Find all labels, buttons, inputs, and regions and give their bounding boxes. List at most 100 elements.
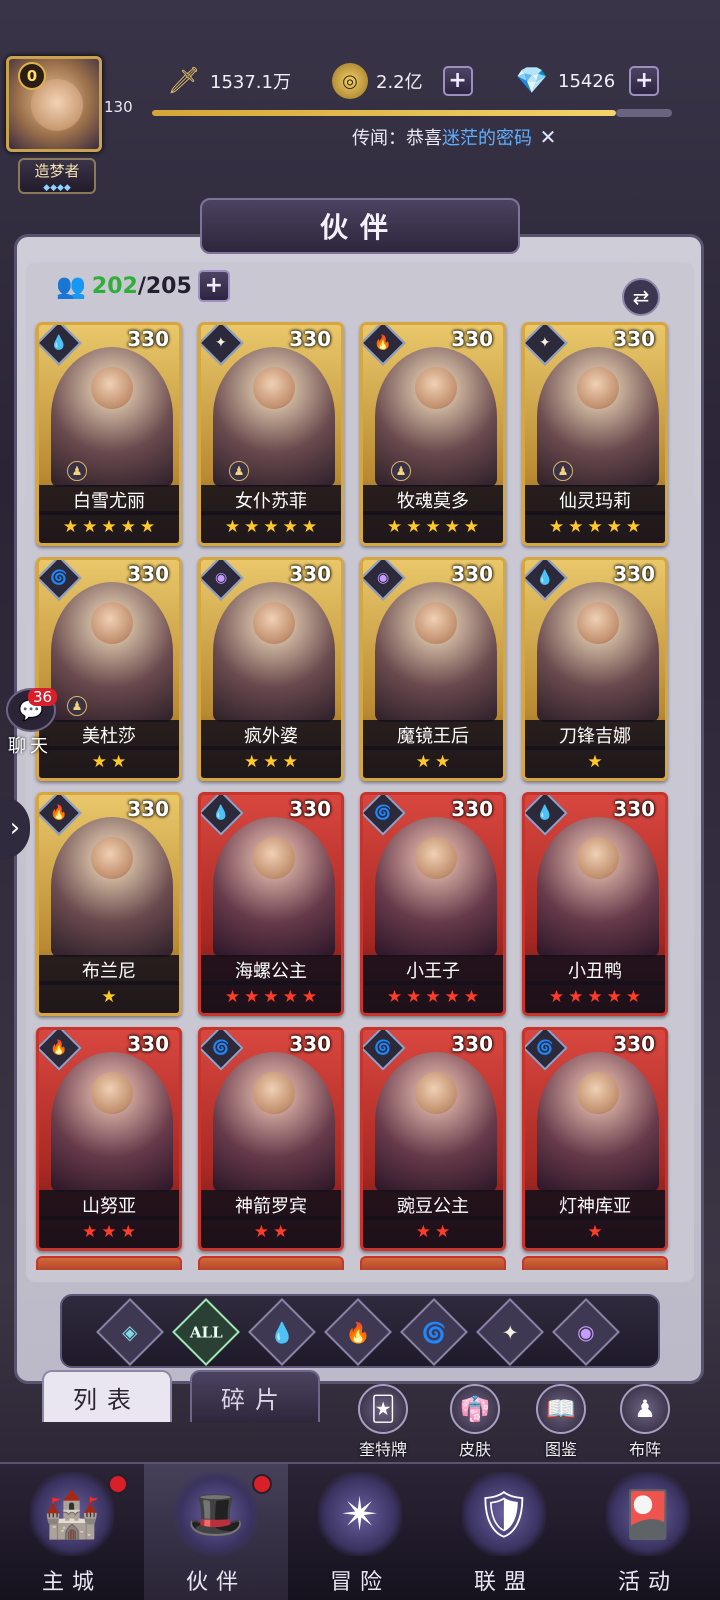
element-badge: 🌀 bbox=[39, 560, 82, 601]
add-diamond-button[interactable]: + bbox=[629, 66, 660, 96]
quick-codex-button[interactable]: 📖 图鉴 bbox=[522, 1384, 600, 1460]
star-icon: ★ bbox=[587, 517, 603, 537]
star-icon: ★ bbox=[406, 517, 422, 537]
element-badge: 💧 bbox=[201, 795, 244, 836]
star-rating: ★ ★ ★ bbox=[39, 1216, 179, 1248]
chat-count-badge: 36 bbox=[28, 688, 58, 706]
star-icon: ★ bbox=[568, 987, 584, 1007]
star-rating: ★ ★ ★ ★ ★ bbox=[363, 511, 503, 543]
star-icon: ★ bbox=[415, 752, 431, 772]
wind-swirl-icon: 🌀 bbox=[374, 805, 392, 821]
filter-fire[interactable]: 🔥 bbox=[324, 1298, 392, 1366]
pawn-icon: ♟ bbox=[67, 696, 87, 716]
filter-all[interactable]: ALL bbox=[172, 1298, 240, 1366]
nav-adventure[interactable]: ✴ 冒险 bbox=[288, 1464, 432, 1600]
tab-list[interactable]: 列表 bbox=[42, 1370, 172, 1422]
page-title-banner: 伙伴 bbox=[200, 198, 520, 254]
partner-card[interactable]: 💧 330 海螺公主 ★ ★ ★ ★ ★ bbox=[198, 792, 344, 1016]
partner-name: 疯外婆 bbox=[244, 726, 298, 747]
portrait-head bbox=[91, 837, 133, 879]
diamond-value: 15426 bbox=[558, 70, 616, 92]
news-ticker[interactable]: 传闻：恭喜 迷茫的密码 ✕ bbox=[352, 124, 560, 150]
quick-skin-button[interactable]: 👘 皮肤 bbox=[436, 1384, 514, 1460]
chess-icon: ♟ bbox=[620, 1384, 670, 1434]
star-icon: ★ bbox=[568, 517, 584, 537]
partner-card[interactable]: ◉ 330 疯外婆 ★ ★ ★ bbox=[198, 557, 344, 781]
partner-portrait bbox=[375, 817, 497, 957]
portrait-head bbox=[253, 602, 295, 644]
element-badge: 🌀 bbox=[363, 795, 406, 836]
partner-card[interactable]: 🌀 330 豌豆公主 ★ ★ bbox=[360, 1027, 506, 1251]
partner-level: 330 bbox=[451, 1032, 493, 1056]
partner-card[interactable]: 🔥 330 ♟ 牧魂莫多 ★ ★ ★ ★ ★ bbox=[360, 322, 506, 546]
water-drop-icon: 💧 bbox=[269, 1320, 295, 1344]
filter-wind[interactable]: 🌀 bbox=[400, 1298, 468, 1366]
star-icon: ★ bbox=[101, 517, 117, 537]
star-icon: ★ bbox=[444, 987, 460, 1007]
water-drop-icon: 💧 bbox=[536, 570, 554, 586]
star-rating: ★ ★ ★ bbox=[201, 746, 341, 778]
partner-card[interactable]: 🌀 330 神箭罗宾 ★ ★ bbox=[198, 1027, 344, 1251]
partner-card[interactable]: ✦ 330 ♟ 仙灵玛莉 ★ ★ ★ ★ ★ bbox=[522, 322, 668, 546]
partial-card bbox=[360, 1256, 506, 1270]
star-icon: ★ bbox=[415, 1222, 431, 1242]
portrait-head bbox=[577, 367, 619, 409]
star-icon: ★ bbox=[463, 517, 480, 537]
nav-events[interactable]: 🎴 活动 bbox=[576, 1464, 720, 1600]
partner-card[interactable]: 🌀 330 灯神库亚 ★ bbox=[522, 1027, 668, 1251]
quick-formation-button[interactable]: ♟ 布阵 bbox=[606, 1384, 684, 1460]
close-icon[interactable]: ✕ bbox=[536, 125, 560, 149]
partner-card[interactable]: 🌀 330 小王子 ★ ★ ★ ★ ★ bbox=[360, 792, 506, 1016]
star-icon: ★ bbox=[625, 517, 642, 537]
filter-light[interactable]: ✦ bbox=[476, 1298, 544, 1366]
filter-water[interactable]: 💧 bbox=[248, 1298, 316, 1366]
portrait-head bbox=[415, 602, 457, 644]
water-drop-icon: 💧 bbox=[212, 805, 230, 821]
partner-level: 330 bbox=[127, 797, 169, 821]
page-title: 伙伴 bbox=[319, 211, 400, 244]
quick-formation-label: 布阵 bbox=[628, 1440, 661, 1459]
nav-partners[interactable]: 🎩 伙伴 bbox=[144, 1464, 288, 1600]
nav-main-city[interactable]: 🏰 主城 bbox=[0, 1464, 144, 1600]
partner-card[interactable]: 🔥 330 布兰尼 ★ bbox=[36, 792, 182, 1016]
shield-icon: 🛡 bbox=[462, 1472, 546, 1556]
partner-card[interactable]: 💧 330 小丑鸭 ★ ★ ★ ★ ★ bbox=[522, 792, 668, 1016]
rank-title-plate[interactable]: 造梦者 ◆◆◆◆ bbox=[18, 158, 96, 194]
star-icon: ★ bbox=[101, 987, 117, 1007]
diamond-icon: 💎 bbox=[515, 66, 549, 96]
partner-name: 刀锋吉娜 bbox=[559, 726, 631, 747]
partner-level: 330 bbox=[127, 562, 169, 586]
quick-cards-button[interactable]: 🃏 奎特牌 bbox=[344, 1384, 422, 1460]
star-rating: ★ ★ bbox=[201, 1216, 341, 1248]
partner-card[interactable]: 🔥 330 山努亚 ★ ★ ★ bbox=[36, 1027, 182, 1251]
rank-title: 造梦者 bbox=[34, 162, 80, 180]
portrait-head bbox=[91, 367, 133, 409]
filter-dia-0[interactable]: ◈ bbox=[96, 1298, 164, 1366]
element-filter-bar: ◈ ALL 💧 🔥 🌀 ✦ ◉ bbox=[60, 1294, 660, 1368]
star-icon: ★ bbox=[435, 1222, 451, 1242]
expand-capacity-button[interactable]: + bbox=[197, 270, 230, 302]
partner-level: 330 bbox=[613, 562, 655, 586]
partner-card[interactable]: 💧 330 刀锋吉娜 ★ bbox=[522, 557, 668, 781]
partner-level: 330 bbox=[289, 562, 331, 586]
partner-card[interactable]: ✦ 330 ♟ 女仆苏菲 ★ ★ ★ ★ ★ bbox=[198, 322, 344, 546]
star-icon: ★ bbox=[435, 752, 451, 772]
add-gold-button[interactable]: + bbox=[442, 66, 473, 96]
star-icon: ★ bbox=[425, 517, 441, 537]
chat-button[interactable]: 💬 36 聊天 bbox=[0, 688, 64, 768]
sort-swap-button[interactable]: ⇄ bbox=[622, 278, 660, 316]
star-rating: ★ ★ ★ ★ ★ bbox=[363, 981, 503, 1013]
nav-alliance[interactable]: 🛡 联盟 bbox=[432, 1464, 576, 1600]
flame-icon: 🔥 bbox=[50, 805, 68, 821]
eye-icon: ◉ bbox=[376, 570, 390, 586]
element-badge: 🌀 bbox=[525, 1030, 568, 1071]
tab-fragments[interactable]: 碎片 bbox=[190, 1370, 320, 1422]
partner-card[interactable]: ◉ 330 魔镜王后 ★ ★ bbox=[360, 557, 506, 781]
vip-level-badge: 0 bbox=[18, 62, 46, 90]
star-rating: ★ ★ ★ ★ ★ bbox=[201, 511, 341, 543]
star-icon: ★ bbox=[82, 1222, 98, 1242]
portrait-head bbox=[415, 837, 457, 879]
filter-dark[interactable]: ◉ bbox=[552, 1298, 620, 1366]
star-rating: ★ ★ bbox=[363, 1216, 503, 1248]
partner-card[interactable]: 💧 330 ♟ 白雪尤丽 ★ ★ ★ ★ ★ bbox=[36, 322, 182, 546]
